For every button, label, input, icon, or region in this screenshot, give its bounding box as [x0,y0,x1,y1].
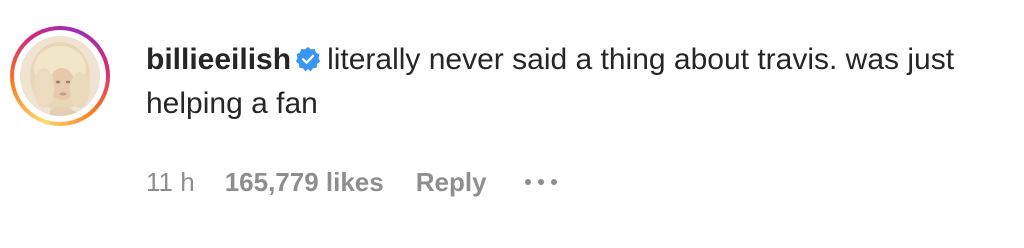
avatar-image [20,36,100,116]
more-options-icon[interactable] [523,173,559,191]
timestamp[interactable]: 11 h [146,167,195,198]
verified-badge-icon [295,46,321,72]
more-dot [524,179,531,185]
avatar[interactable] [20,36,100,116]
more-dot [550,179,557,185]
comment-meta: 11 h 165,779 likes Reply [146,164,559,200]
more-dot [537,179,544,185]
story-ring[interactable] [10,26,110,126]
comment-body: billieeilish literally never said a thing… [146,38,1016,126]
likes-count[interactable]: 165,779 likes [225,167,384,198]
comment: billieeilish literally never said a thing… [0,0,1024,248]
username-link[interactable]: billieeilish [146,43,291,76]
story-ring-gap [14,30,106,122]
reply-button[interactable]: Reply [416,167,487,198]
